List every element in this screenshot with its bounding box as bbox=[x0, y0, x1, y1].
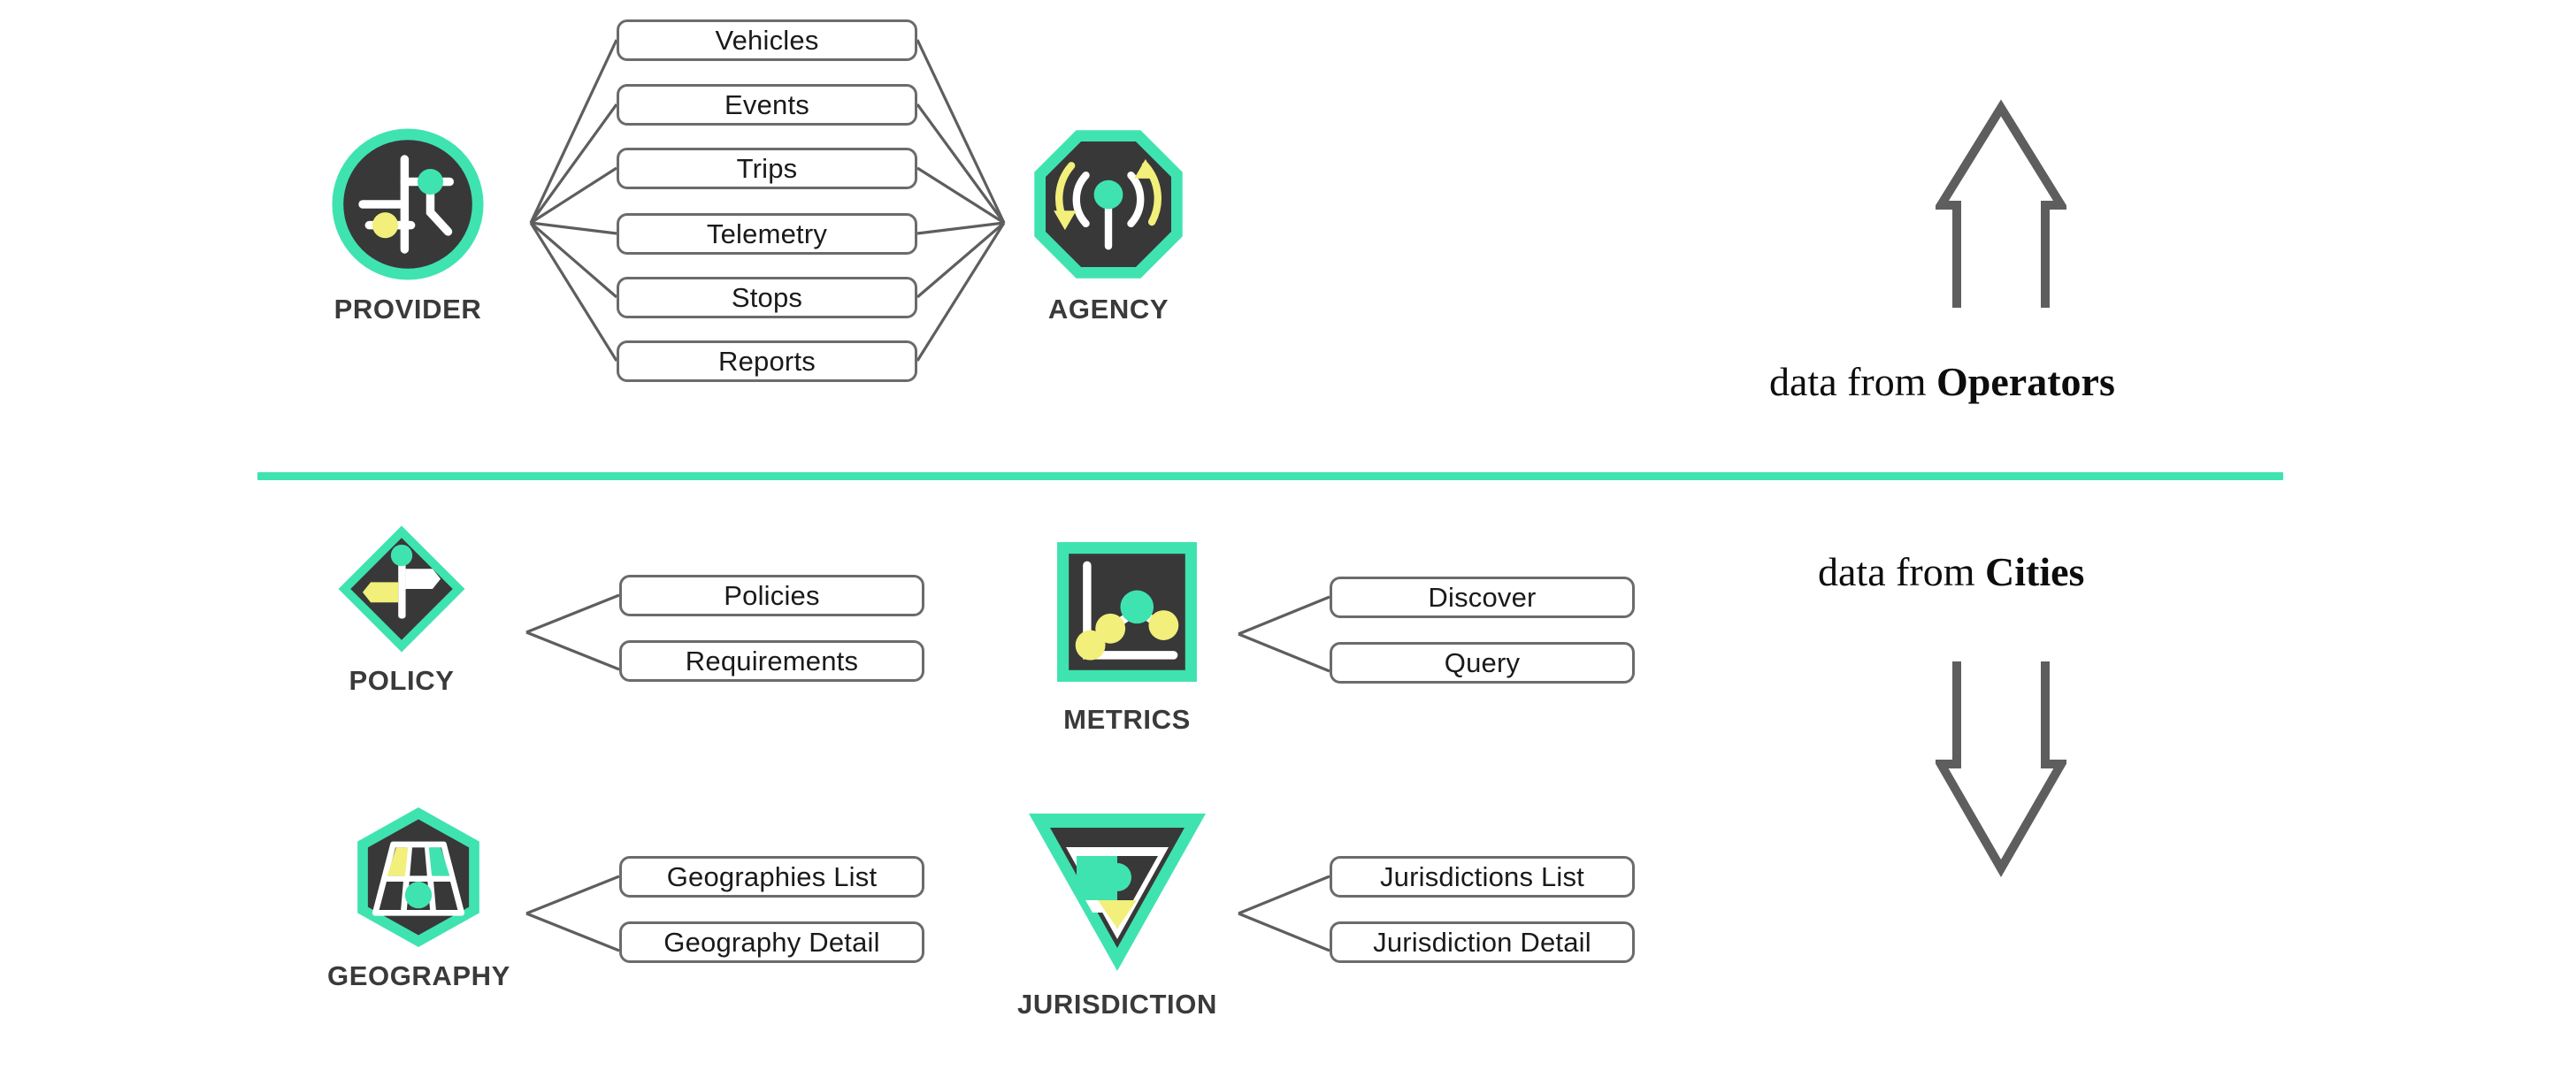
street-network-icon bbox=[332, 128, 484, 280]
endpoint-label: Jurisdictions List bbox=[1379, 860, 1584, 892]
endpoint-box-stops[interactable]: Stops bbox=[617, 277, 917, 318]
node-provider[interactable]: PROVIDER bbox=[327, 124, 488, 325]
endpoint-label: Trips bbox=[736, 152, 798, 184]
node-label-metrics: METRICS bbox=[1063, 704, 1191, 735]
endpoint-label: Discover bbox=[1428, 581, 1537, 613]
endpoint-box-vehicles[interactable]: Vehicles bbox=[617, 19, 917, 61]
node-metrics[interactable]: METRICS bbox=[1044, 529, 1210, 736]
endpoint-label: Policies bbox=[724, 579, 820, 611]
endpoint-label: Events bbox=[724, 88, 809, 120]
endpoint-label: Query bbox=[1444, 646, 1521, 678]
endpoint-box-discover[interactable]: Discover bbox=[1330, 577, 1635, 618]
side-label-emphasis: Cities bbox=[1985, 549, 2085, 594]
side-label-operators: data from Operators bbox=[1769, 358, 2115, 405]
endpoint-box-jurisdictions-list[interactable]: Jurisdictions List bbox=[1330, 856, 1635, 898]
side-label-prefix: data from bbox=[1769, 359, 1937, 404]
triangle-boundary-icon bbox=[1028, 814, 1206, 971]
down-arrow-icon bbox=[1936, 661, 2066, 878]
endpoint-box-policies[interactable]: Policies bbox=[619, 575, 924, 616]
endpoint-label: Telemetry bbox=[706, 218, 828, 249]
endpoint-label: Reports bbox=[718, 345, 816, 377]
endpoint-label: Jurisdiction Detail bbox=[1373, 926, 1591, 958]
endpoint-label: Stops bbox=[731, 281, 803, 313]
endpoint-box-geography-detail[interactable]: Geography Detail bbox=[619, 921, 924, 963]
endpoint-label: Requirements bbox=[685, 645, 859, 676]
endpoint-box-events[interactable]: Events bbox=[617, 84, 917, 126]
endpoint-box-requirements[interactable]: Requirements bbox=[619, 640, 924, 682]
node-label-provider: PROVIDER bbox=[334, 294, 482, 325]
node-policy[interactable]: POLICY bbox=[334, 522, 469, 697]
endpoint-box-geographies-list[interactable]: Geographies List bbox=[619, 856, 924, 898]
endpoint-label: Geography Detail bbox=[663, 926, 880, 958]
map-grid-icon bbox=[357, 807, 480, 947]
node-label-agency: AGENCY bbox=[1047, 294, 1169, 325]
endpoint-label: Geographies List bbox=[666, 860, 878, 892]
up-arrow-icon bbox=[1936, 99, 2066, 308]
node-label-jurisdiction: JURISDICTION bbox=[1017, 989, 1217, 1020]
node-label-geography: GEOGRAPHY bbox=[327, 960, 510, 991]
section-divider bbox=[257, 472, 2283, 480]
side-label-prefix: data from bbox=[1818, 549, 1986, 594]
endpoint-box-query[interactable]: Query bbox=[1330, 642, 1635, 684]
side-label-cities: data from Cities bbox=[1818, 548, 2084, 595]
side-label-emphasis: Operators bbox=[1936, 359, 2115, 404]
endpoint-box-jurisdiction-detail[interactable]: Jurisdiction Detail bbox=[1330, 921, 1635, 963]
node-agency[interactable]: AGENCY bbox=[1028, 124, 1189, 325]
node-jurisdiction[interactable]: JURISDICTION bbox=[1017, 803, 1217, 1020]
broadcast-antenna-icon bbox=[1034, 130, 1183, 279]
endpoint-box-trips[interactable]: Trips bbox=[617, 148, 917, 189]
node-geography[interactable]: GEOGRAPHY bbox=[327, 803, 510, 992]
line-chart-icon bbox=[1057, 542, 1197, 682]
endpoint-box-reports[interactable]: Reports bbox=[617, 340, 917, 382]
diagram-canvas: PROVIDER AGENCY Vehicles Events Trips Te… bbox=[0, 0, 2576, 1070]
endpoint-box-telemetry[interactable]: Telemetry bbox=[617, 213, 917, 255]
node-label-policy: POLICY bbox=[349, 665, 455, 696]
endpoint-label: Vehicles bbox=[715, 24, 819, 56]
signpost-icon bbox=[338, 525, 465, 653]
